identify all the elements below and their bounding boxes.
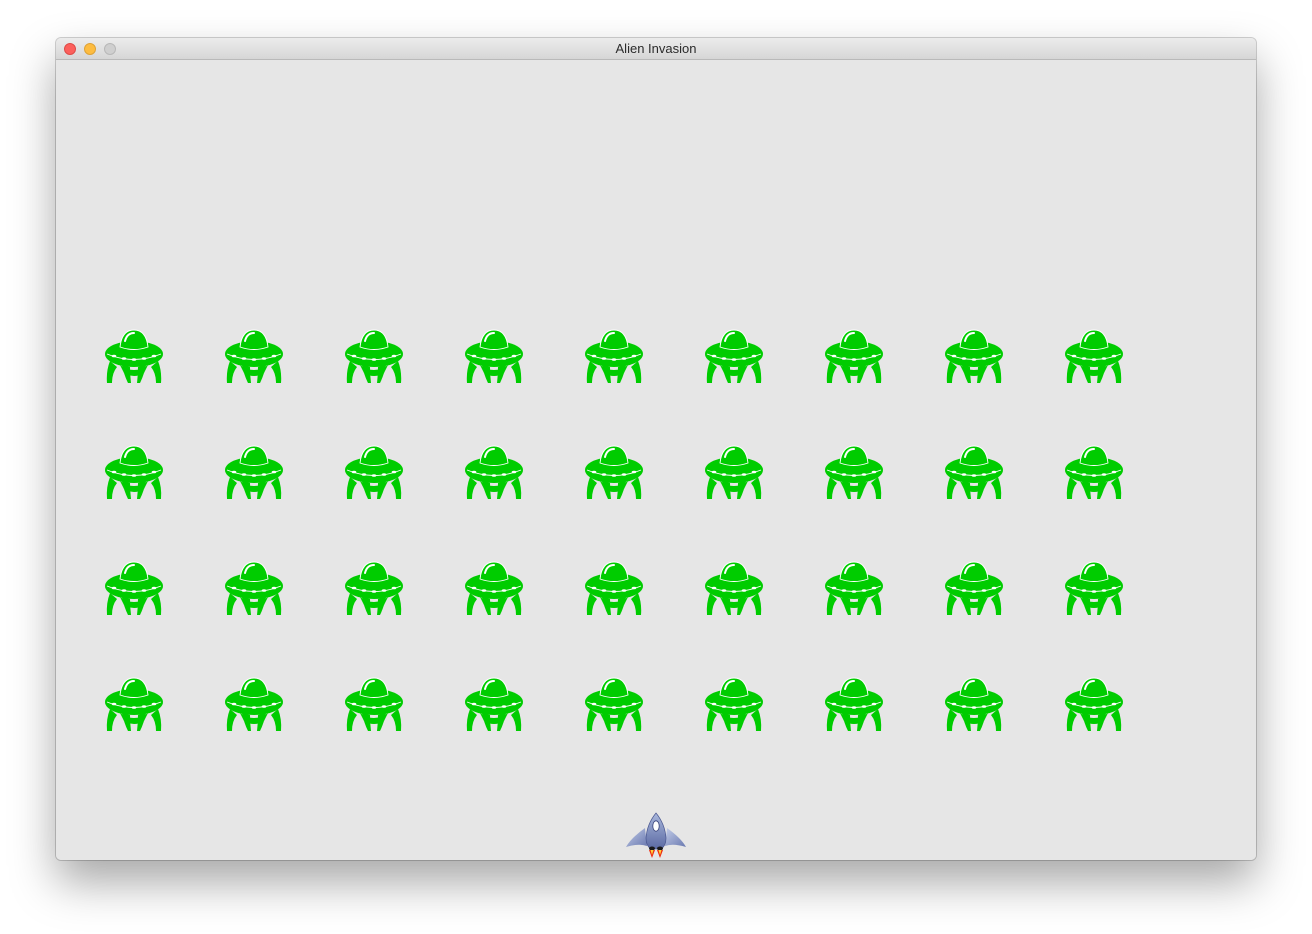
- ufo-alien-icon: [465, 445, 523, 499]
- ufo-alien-icon: [825, 329, 883, 383]
- ufo-alien-icon: [705, 445, 763, 499]
- window-title: Alien Invasion: [615, 41, 697, 56]
- ufo-alien-icon: [105, 561, 163, 615]
- ufo-alien-icon: [825, 445, 883, 499]
- title-bar[interactable]: Alien Invasion: [56, 38, 1256, 60]
- ufo-alien-icon: [1065, 561, 1123, 615]
- ufo-alien-icon: [1065, 329, 1123, 383]
- ufo-alien-icon: [225, 677, 283, 731]
- ufo-alien-icon: [825, 561, 883, 615]
- ufo-alien-icon: [945, 561, 1003, 615]
- ufo-alien-icon: [945, 445, 1003, 499]
- ufo-alien-icon: [225, 561, 283, 615]
- rocket-ship-icon: [626, 812, 686, 858]
- ufo-alien-icon: [225, 445, 283, 499]
- ufo-alien-icon: [585, 677, 643, 731]
- ufo-alien-icon: [465, 329, 523, 383]
- ufo-alien-icon: [585, 329, 643, 383]
- ufo-alien-icon: [225, 329, 283, 383]
- ufo-alien-icon: [825, 677, 883, 731]
- ufo-alien-icon: [105, 329, 163, 383]
- ufo-alien-icon: [465, 677, 523, 731]
- ufo-alien-icon: [945, 329, 1003, 383]
- ufo-alien-icon: [705, 561, 763, 615]
- ufo-alien-icon: [945, 677, 1003, 731]
- ufo-alien-icon: [345, 445, 403, 499]
- ufo-alien-icon: [345, 561, 403, 615]
- ufo-alien-icon: [105, 445, 163, 499]
- ufo-alien-icon: [705, 677, 763, 731]
- ufo-alien-icon: [465, 561, 523, 615]
- game-window: Alien Invasion: [56, 38, 1256, 860]
- ufo-alien-icon: [345, 677, 403, 731]
- ufo-alien-icon: [105, 677, 163, 731]
- ufo-alien-icon: [345, 329, 403, 383]
- ufo-alien-icon: [585, 561, 643, 615]
- ufo-alien-icon: [705, 329, 763, 383]
- game-screen[interactable]: [56, 60, 1256, 860]
- ufo-alien-icon: [585, 445, 643, 499]
- ufo-alien-icon: [1065, 445, 1123, 499]
- ufo-alien-icon: [1065, 677, 1123, 731]
